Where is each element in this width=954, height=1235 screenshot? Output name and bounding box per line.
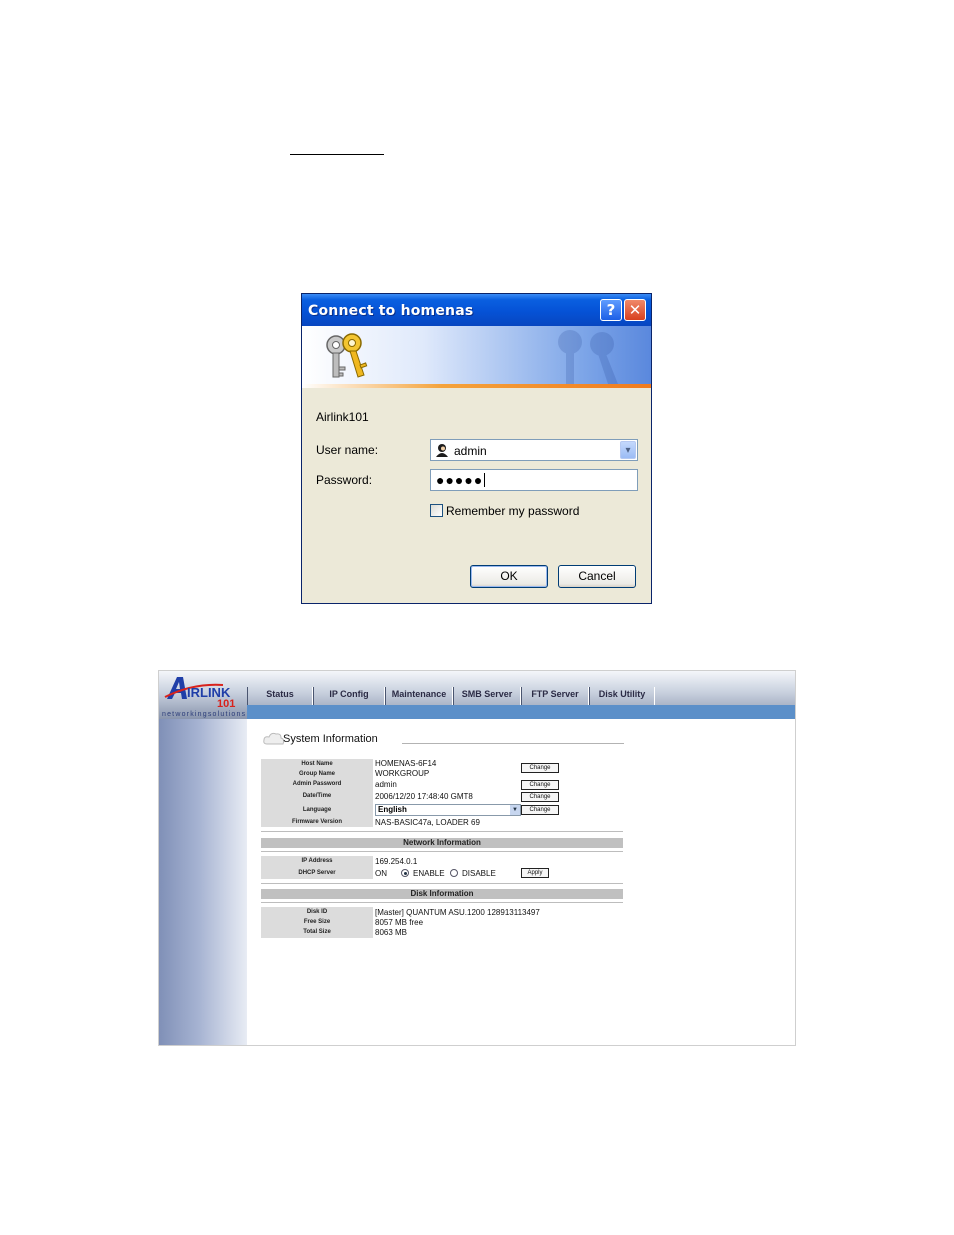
dialog-title: Connect to homenas (308, 303, 474, 319)
disk-id-value: [Master] QUANTUM ASU.1200 128913113497 (375, 908, 540, 917)
svg-text:101: 101 (217, 698, 235, 709)
nav-ip-config[interactable]: IP Config (313, 687, 385, 705)
firmware-version-label: Firmware Version (291, 819, 343, 825)
section-rule (402, 743, 624, 744)
help-button[interactable]: ? (600, 299, 622, 321)
language-selected: English (378, 805, 407, 814)
dhcp-server-label: DHCP Server (298, 870, 336, 876)
keys-watermark-icon (558, 330, 618, 384)
host-name-label: Host Name (301, 761, 333, 767)
change-host-name-button[interactable]: Change (521, 763, 559, 773)
password-label: Password: (316, 473, 373, 487)
tagline: networkingsolutions (162, 711, 247, 718)
disk-information-header: Disk Information (261, 889, 623, 899)
cloud-icon (263, 732, 285, 745)
total-size-value: 8063 MB (375, 928, 408, 937)
divider (261, 831, 623, 832)
disk-id-label: Disk ID (306, 909, 328, 915)
dialog-banner (302, 326, 651, 388)
chevron-down-icon[interactable]: ▼ (510, 805, 520, 815)
nav-status[interactable]: Status (247, 687, 313, 705)
group-name-label: Group Name (298, 771, 335, 777)
user-icon (436, 444, 448, 457)
dhcp-status: ON (375, 869, 387, 878)
content-area: System Information Host Name HOMENAS-6F1… (247, 719, 795, 1045)
close-button[interactable]: ✕ (624, 299, 646, 321)
free-size-label: Free Size (303, 919, 331, 925)
ok-button[interactable]: OK (470, 565, 548, 588)
ip-address-value: 169.254.0.1 (375, 857, 418, 866)
admin-password-value: admin (375, 780, 397, 789)
text-caret (484, 473, 486, 487)
nav-maintenance[interactable]: Maintenance (385, 687, 453, 705)
host-name-value: HOMENAS-6F14 (375, 759, 437, 768)
apply-button[interactable]: Apply (521, 868, 549, 878)
network-information-header: Network Information (261, 838, 623, 848)
firmware-version-value: NAS-BASIC47a, LOADER 69 (375, 818, 480, 827)
remember-password-label[interactable]: Remember my password (446, 504, 579, 518)
nav-smb-server[interactable]: SMB Server (453, 687, 521, 705)
keys-icon (326, 333, 368, 378)
change-language-button[interactable]: Change (521, 805, 559, 815)
underline-rule (290, 154, 384, 155)
username-combobox[interactable]: admin ▾ (430, 439, 638, 461)
admin-password-label: Admin Password (292, 781, 342, 787)
username-value: admin (454, 444, 487, 458)
divider (261, 883, 623, 884)
date-time-label: Date/Time (302, 793, 332, 799)
cancel-button[interactable]: Cancel (558, 565, 636, 588)
nas-admin-page: IRLINK 101 networkingsolutions Status IP… (158, 670, 796, 1046)
nav-disk-utility[interactable]: Disk Utility (589, 687, 655, 705)
group-name-value: WORKGROUP (375, 769, 430, 778)
divider (261, 902, 623, 903)
nav-ftp-server[interactable]: FTP Server (521, 687, 589, 705)
realm-text: Airlink101 (316, 410, 369, 424)
header-strip (247, 705, 795, 719)
change-date-time-button[interactable]: Change (521, 792, 559, 802)
dhcp-enable-label[interactable]: ENABLE (413, 869, 445, 878)
airlink-logo: IRLINK 101 (164, 677, 235, 709)
language-select[interactable]: English ▼ (375, 804, 521, 816)
password-value: ●●●●● (436, 472, 484, 488)
dhcp-disable-label[interactable]: DISABLE (462, 869, 496, 878)
ip-address-label: IP Address (301, 858, 333, 864)
username-label: User name: (316, 443, 379, 457)
free-size-value: 8057 MB free (375, 918, 424, 927)
login-dialog: Connect to homenas ? ✕ Airlink101 User n… (301, 293, 652, 604)
nav-bar: Status IP Config Maintenance SMB Server … (247, 687, 655, 705)
dialog-titlebar[interactable]: Connect to homenas ? ✕ (302, 294, 651, 326)
divider (261, 851, 623, 852)
remember-password-checkbox[interactable] (430, 504, 443, 517)
change-admin-password-button[interactable]: Change (521, 780, 559, 790)
language-label: Language (302, 807, 332, 813)
left-panel (159, 719, 247, 1045)
password-field[interactable]: ●●●●● (430, 469, 638, 491)
dhcp-enable-radio[interactable] (401, 869, 409, 877)
chevron-down-icon[interactable]: ▾ (620, 441, 636, 459)
date-time-value: 2006/12/20 17:48:40 GMT8 (375, 792, 473, 801)
total-size-label: Total Size (303, 929, 331, 935)
dhcp-disable-radio[interactable] (450, 869, 458, 877)
section-title: System Information (283, 733, 378, 745)
